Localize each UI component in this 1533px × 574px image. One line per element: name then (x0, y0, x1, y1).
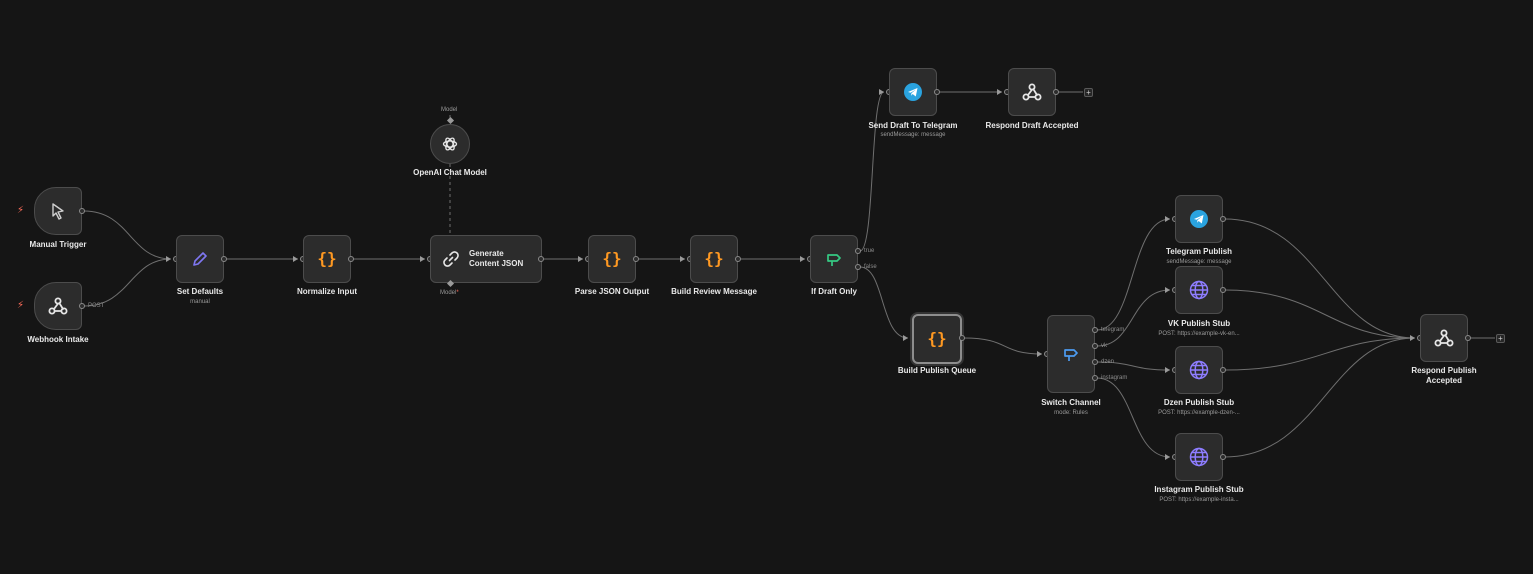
node-if-draft-only[interactable] (810, 235, 858, 283)
node-label: If Draft Only (811, 287, 857, 296)
node-switch-channel[interactable] (1047, 315, 1095, 393)
webhook-icon (1433, 327, 1455, 349)
node-respond-draft-accepted[interactable] (1008, 68, 1056, 116)
code-braces-icon: {} (316, 248, 338, 270)
output-port[interactable] (959, 335, 965, 341)
svg-text:{}: {} (927, 329, 946, 348)
switch-icon (1061, 344, 1081, 364)
if-branch-icon (824, 249, 844, 269)
telegram-icon (1189, 209, 1209, 229)
add-node-button[interactable]: + (1084, 88, 1093, 97)
output-port[interactable] (735, 256, 741, 262)
output-port[interactable] (79, 208, 85, 214)
output-port-telegram[interactable] (1092, 327, 1098, 333)
node-label: Normalize Input (296, 287, 357, 296)
node-subtitle: sendMessage: message (1166, 259, 1232, 265)
output-port[interactable] (1465, 335, 1471, 341)
output-port-dzen[interactable] (1092, 359, 1098, 365)
node-respond-publish-accepted[interactable] (1420, 314, 1468, 362)
add-node-button[interactable]: + (1496, 334, 1505, 343)
node-build-publish-queue[interactable]: {} (912, 314, 962, 364)
output-port[interactable] (79, 303, 85, 309)
output-label-false: false (864, 264, 877, 270)
trigger-bolt-icon: ⚡ (17, 300, 25, 311)
output-port[interactable] (934, 89, 940, 95)
output-port-vk[interactable] (1092, 343, 1098, 349)
node-label: Telegram Publish (1165, 247, 1233, 256)
node-label: Respond Draft Accepted (985, 121, 1079, 130)
edge-if-false-to-queue (859, 266, 909, 339)
node-parse-json-output[interactable]: {} (588, 235, 636, 283)
model-top-label: Model (441, 107, 458, 113)
node-manual-trigger[interactable] (34, 187, 82, 235)
output-label-dzen: dzen (1101, 359, 1115, 365)
output-label-vk: vk (1101, 343, 1107, 349)
node-label: Respond Publish Accepted (1411, 366, 1477, 385)
globe-icon (1188, 446, 1210, 468)
svg-text:{}: {} (602, 249, 621, 268)
edge-manual-to-set (83, 210, 172, 260)
edge-switch-telegram (1096, 218, 1171, 331)
node-vk-publish-stub[interactable] (1175, 266, 1223, 314)
trigger-bolt-icon: ⚡ (17, 205, 25, 216)
node-label: VK Publish Stub (1167, 319, 1231, 328)
output-port[interactable] (1220, 454, 1226, 460)
node-normalize-input[interactable]: {} (303, 235, 351, 283)
code-braces-icon: {} (926, 328, 948, 350)
webhook-icon (1021, 81, 1043, 103)
node-openai-chat-model[interactable] (430, 124, 470, 164)
output-port[interactable] (538, 256, 544, 262)
node-subtitle: POST: https://example-vk-en... (1158, 331, 1240, 337)
output-port[interactable] (1220, 287, 1226, 293)
node-webhook-intake[interactable] (34, 282, 82, 330)
output-port[interactable] (348, 256, 354, 262)
node-subtitle: sendMessage: message (880, 132, 946, 138)
node-label: Build Publish Queue (897, 366, 977, 375)
openai-icon (441, 135, 459, 153)
output-label: POST (88, 303, 105, 309)
output-label-instagram: instagram (1101, 375, 1128, 381)
node-send-draft-to-telegram[interactable] (889, 68, 937, 116)
node-label: Manual Trigger (29, 240, 87, 249)
pencil-icon (190, 249, 210, 269)
node-dzen-publish-stub[interactable] (1175, 346, 1223, 394)
node-label: OpenAI Chat Model (413, 168, 487, 177)
node-label: Dzen Publish Stub (1163, 398, 1235, 407)
node-label: Instagram Publish Stub (1154, 485, 1244, 494)
node-label: Generate Content JSON (469, 249, 524, 268)
output-label-true: true (864, 248, 875, 254)
workflow-canvas[interactable]: ⚡ Manual Trigger ⚡ POST Webhook Intake S… (0, 0, 1533, 574)
node-telegram-publish[interactable] (1175, 195, 1223, 243)
edge-if-true-to-telegram (859, 91, 885, 252)
output-port-false[interactable] (855, 264, 861, 270)
globe-icon (1188, 279, 1210, 301)
code-braces-icon: {} (703, 248, 725, 270)
node-generate-content-json[interactable]: Generate Content JSON (430, 235, 542, 283)
output-port[interactable] (1053, 89, 1059, 95)
output-port[interactable] (1220, 367, 1226, 373)
node-label: Webhook Intake (27, 335, 89, 344)
telegram-icon (903, 82, 923, 102)
output-port[interactable] (1220, 216, 1226, 222)
node-subtitle: manual (190, 299, 210, 305)
node-build-review-message[interactable]: {} (690, 235, 738, 283)
chain-link-icon (441, 249, 461, 269)
svg-text:{}: {} (317, 249, 336, 268)
node-subtitle: POST: https://example-insta... (1159, 497, 1239, 503)
svg-text:{}: {} (704, 249, 723, 268)
globe-icon (1188, 359, 1210, 381)
node-instagram-publish-stub[interactable] (1175, 433, 1223, 481)
webhook-icon (47, 295, 69, 317)
edge-queue-to-switch (963, 337, 1043, 355)
cursor-icon (48, 201, 68, 221)
output-port[interactable] (633, 256, 639, 262)
output-port[interactable] (221, 256, 227, 262)
model-input-label: Model* (440, 290, 459, 296)
edge-switch-instagram (1096, 377, 1171, 458)
output-port-true[interactable] (855, 248, 861, 254)
output-port-instagram[interactable] (1092, 375, 1098, 381)
node-subtitle: POST: https://example-dzen-... (1158, 410, 1240, 416)
code-braces-icon: {} (601, 248, 623, 270)
node-set-defaults[interactable] (176, 235, 224, 283)
